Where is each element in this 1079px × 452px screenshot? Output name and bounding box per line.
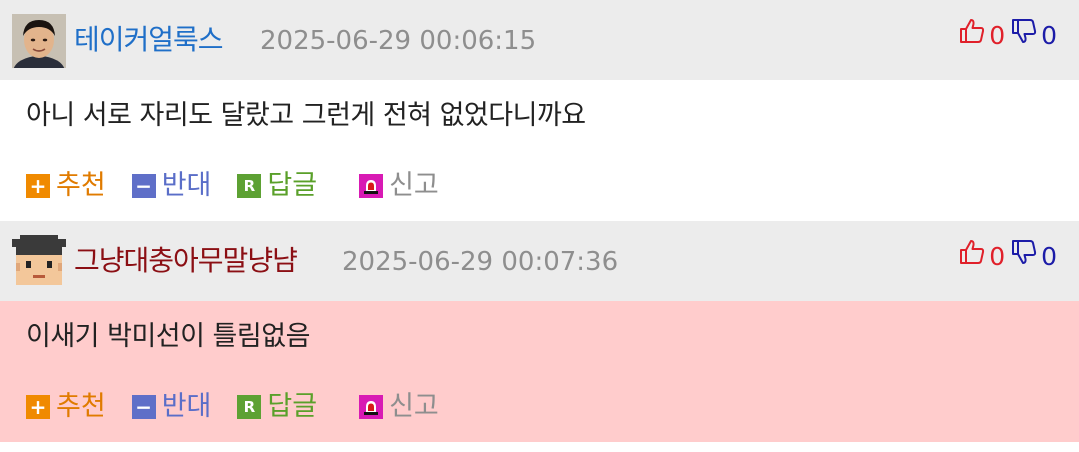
avatar[interactable] bbox=[12, 14, 66, 68]
siren-icon bbox=[359, 174, 384, 198]
comment-author[interactable]: 테이커얼룩스 bbox=[74, 20, 224, 60]
minus-icon: − bbox=[131, 395, 156, 419]
comment-actions: + 추천 − 반대 R 답글 신고 bbox=[26, 166, 465, 206]
avatar[interactable] bbox=[12, 235, 66, 289]
comment-header: 테이커얼룩스 2025-06-29 00:06:15 0 0 bbox=[0, 0, 1079, 80]
comment-item: 그냥대충아무말냥냠 2025-06-29 00:07:36 0 0 이새기 박미… bbox=[0, 221, 1079, 442]
comment-body: 이새기 박미선이 틀림없음 + 추천 − 반대 R 답글 신고 bbox=[0, 301, 1079, 442]
thumbs-up-icon[interactable] bbox=[959, 18, 985, 54]
report-label: 신고 bbox=[389, 391, 439, 422]
report-button[interactable]: 신고 bbox=[359, 387, 439, 427]
recommend-label: 추천 bbox=[56, 391, 106, 422]
upvote-count: 0 bbox=[989, 242, 1006, 271]
downvote-count: 0 bbox=[1041, 21, 1057, 50]
reply-button[interactable]: R 답글 bbox=[237, 166, 317, 206]
comment-actions: + 추천 − 반대 R 답글 신고 bbox=[26, 387, 465, 427]
comment-timestamp: 2025-06-29 00:06:15 bbox=[260, 26, 537, 56]
plus-icon: + bbox=[26, 395, 50, 419]
minus-icon: − bbox=[131, 174, 156, 198]
siren-icon bbox=[359, 395, 384, 419]
reply-r-icon: R bbox=[237, 174, 262, 198]
comment-header: 그냥대충아무말냥냠 2025-06-29 00:07:36 0 0 bbox=[0, 221, 1079, 301]
comment-item: 테이커얼룩스 2025-06-29 00:06:15 0 0 아니 서로 자리도… bbox=[0, 0, 1079, 221]
oppose-button[interactable]: − 반대 bbox=[131, 387, 212, 427]
comment-text: 아니 서로 자리도 달랐고 그런게 전혀 없었다니까요 bbox=[26, 100, 586, 131]
vote-counter: 0 0 bbox=[959, 18, 1057, 54]
comment-author[interactable]: 그냥대충아무말냥냠 bbox=[74, 241, 298, 281]
reply-label: 답글 bbox=[267, 391, 318, 422]
recommend-label: 추천 bbox=[56, 170, 106, 201]
reply-r-icon: R bbox=[237, 395, 262, 419]
report-button[interactable]: 신고 bbox=[359, 166, 439, 206]
comment-body: 아니 서로 자리도 달랐고 그런게 전혀 없었다니까요 + 추천 − 반대 R … bbox=[0, 80, 1079, 221]
plus-icon: + bbox=[26, 174, 50, 198]
reply-label: 답글 bbox=[267, 170, 318, 201]
thumbs-down-icon[interactable] bbox=[1011, 18, 1037, 54]
oppose-label: 반대 bbox=[161, 170, 212, 201]
recommend-button[interactable]: + 추천 bbox=[26, 387, 106, 427]
report-label: 신고 bbox=[389, 170, 439, 201]
comment-timestamp: 2025-06-29 00:07:36 bbox=[342, 247, 619, 277]
thumbs-down-icon[interactable] bbox=[1011, 239, 1037, 275]
reply-button[interactable]: R 답글 bbox=[237, 387, 317, 427]
oppose-button[interactable]: − 반대 bbox=[131, 166, 212, 206]
oppose-label: 반대 bbox=[161, 391, 212, 422]
upvote-count: 0 bbox=[989, 21, 1006, 50]
thumbs-up-icon[interactable] bbox=[959, 239, 985, 275]
vote-counter: 0 0 bbox=[959, 239, 1057, 275]
downvote-count: 0 bbox=[1041, 242, 1057, 271]
comment-text: 이새기 박미선이 틀림없음 bbox=[26, 321, 310, 352]
recommend-button[interactable]: + 추천 bbox=[26, 166, 106, 206]
